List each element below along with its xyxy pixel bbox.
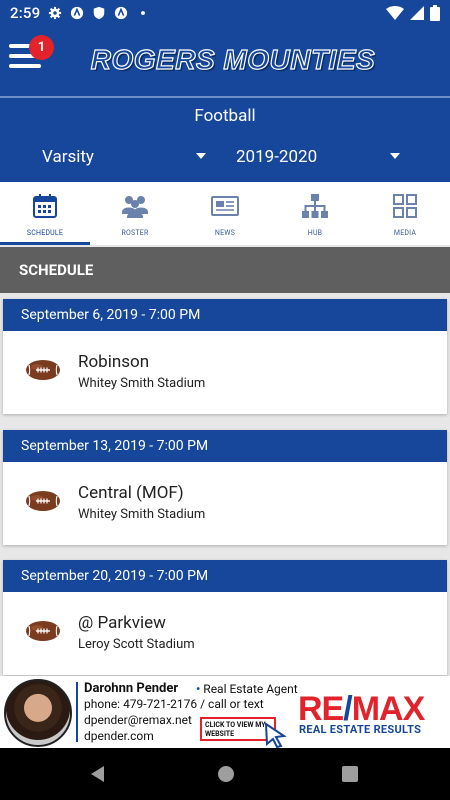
game-card[interactable]: September 13, 2019 - 7:00 PM Central (MO… bbox=[3, 430, 447, 545]
app-header: 1 ROGERS MOUNTIES bbox=[0, 26, 450, 96]
game-venue: Whitey Smith Stadium bbox=[78, 507, 206, 522]
football-icon bbox=[26, 491, 60, 511]
system-nav-bar bbox=[0, 748, 450, 800]
remax-tagline: REAL ESTATE RESULTS bbox=[299, 723, 422, 736]
ad-agent-title: Real Estate Agent bbox=[196, 682, 297, 696]
team-logo: ROGERS MOUNTIES bbox=[90, 43, 376, 75]
tab-label: NEWS bbox=[214, 229, 236, 237]
dot-icon bbox=[141, 11, 146, 15]
season-dropdown[interactable]: 2019-2020 bbox=[236, 145, 406, 169]
org-chart-icon bbox=[302, 194, 328, 218]
sport-selector: Football Varsity 2019-2020 bbox=[0, 98, 450, 182]
game-date: September 13, 2019 - 7:00 PM bbox=[3, 430, 447, 462]
tab-label: MEDIA bbox=[393, 229, 417, 237]
tab-news[interactable]: NEWS bbox=[180, 182, 270, 245]
game-opponent: @ Parkview bbox=[78, 613, 166, 633]
status-left: 2:59 bbox=[10, 4, 150, 22]
agent-photo bbox=[4, 679, 72, 747]
level-dropdown[interactable]: Varsity bbox=[42, 145, 212, 169]
game-opponent: Central (MOF) bbox=[78, 483, 184, 503]
app-notification-icon bbox=[71, 6, 84, 20]
season-value: 2019-2020 bbox=[236, 147, 318, 167]
wifi-icon bbox=[386, 6, 404, 20]
shield-icon bbox=[94, 6, 105, 20]
people-icon bbox=[122, 196, 148, 218]
game-body: @ Parkview Leroy Scott Stadium bbox=[3, 592, 447, 675]
game-date: September 20, 2019 - 7:00 PM bbox=[3, 560, 447, 592]
ad-phone: phone: 479-721-2176 / call or text bbox=[84, 697, 264, 711]
back-icon[interactable] bbox=[88, 764, 108, 784]
tab-label: ROSTER bbox=[121, 229, 149, 237]
calendar-icon bbox=[33, 194, 57, 218]
ad-email: dpender@remax.net bbox=[84, 713, 192, 727]
game-venue: Leroy Scott Stadium bbox=[78, 637, 195, 652]
newspaper-icon bbox=[211, 196, 239, 216]
notification-badge: 1 bbox=[29, 35, 54, 60]
section-title: SCHEDULE bbox=[0, 247, 450, 293]
recents-icon[interactable] bbox=[340, 764, 360, 784]
tab-bar: SCHEDULE ROSTER NEWS HUB MEDIA bbox=[0, 182, 450, 245]
game-opponent: Robinson bbox=[78, 352, 150, 372]
tab-roster[interactable]: ROSTER bbox=[90, 182, 180, 245]
ad-divider bbox=[76, 682, 78, 742]
chevron-down-icon bbox=[196, 153, 206, 159]
tab-media[interactable]: MEDIA bbox=[360, 182, 450, 245]
battery-icon bbox=[430, 5, 440, 21]
grid-icon bbox=[393, 194, 417, 218]
status-time: 2:59 bbox=[10, 4, 41, 22]
app-notification-icon bbox=[115, 6, 128, 20]
football-icon bbox=[26, 621, 60, 641]
cursor-icon bbox=[264, 722, 287, 748]
ad-agent-name: Darohnn Pender bbox=[84, 681, 179, 696]
tab-label: SCHEDULE bbox=[26, 229, 64, 237]
level-value: Varsity bbox=[42, 147, 94, 167]
status-bar: 2:59 bbox=[0, 0, 450, 26]
ad-banner[interactable]: Darohnn Pender Real Estate Agent phone: … bbox=[0, 676, 450, 748]
chevron-down-icon bbox=[390, 153, 400, 159]
sport-title: Football bbox=[194, 106, 256, 126]
game-body: Robinson Whitey Smith Stadium bbox=[3, 331, 447, 414]
tab-hub[interactable]: HUB bbox=[270, 182, 360, 245]
tab-label: HUB bbox=[307, 229, 323, 237]
game-venue: Whitey Smith Stadium bbox=[78, 376, 206, 391]
tab-schedule[interactable]: SCHEDULE bbox=[0, 182, 90, 245]
gear-icon bbox=[49, 6, 62, 20]
game-card[interactable]: September 6, 2019 - 7:00 PM Robinson Whi… bbox=[3, 299, 447, 414]
home-icon[interactable] bbox=[216, 764, 236, 784]
cellular-icon bbox=[410, 6, 424, 20]
game-date: September 6, 2019 - 7:00 PM bbox=[3, 299, 447, 331]
ad-website: dpender.com bbox=[84, 729, 154, 743]
game-card[interactable]: September 20, 2019 - 7:00 PM @ Parkview … bbox=[3, 560, 447, 675]
football-icon bbox=[26, 360, 60, 380]
status-right bbox=[386, 5, 440, 21]
game-body: Central (MOF) Whitey Smith Stadium bbox=[3, 462, 447, 545]
